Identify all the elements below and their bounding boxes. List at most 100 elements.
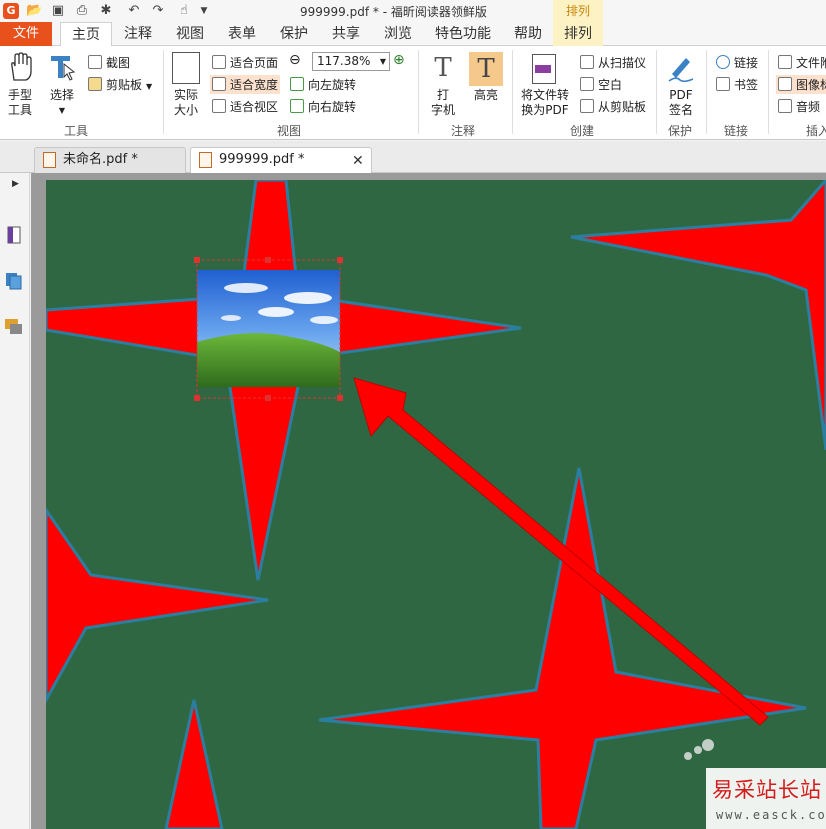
hand-tool-button[interactable]: 手型 工具: [2, 88, 38, 118]
tab-comment[interactable]: 注释: [116, 22, 160, 46]
fit-visible-icon: [212, 99, 226, 113]
document-view[interactable]: [31, 173, 826, 829]
link-button[interactable]: 链接: [716, 54, 758, 71]
inserted-image[interactable]: [197, 270, 340, 387]
audio-label: 音频: [796, 100, 821, 114]
fit-page-label: 适合页面: [230, 56, 279, 70]
bookmark-panel-icon[interactable]: [4, 225, 24, 245]
tab-home[interactable]: 主页: [60, 22, 112, 47]
new-icon[interactable]: ✱: [98, 3, 114, 19]
pages-panel-icon[interactable]: [4, 271, 24, 291]
zoom-value: 117.38%: [317, 54, 371, 68]
group-label-comment: 注释: [451, 124, 476, 138]
select-tool-label: 选择: [49, 88, 74, 102]
tab-protect[interactable]: 保护: [272, 22, 316, 46]
convert-pdf-button[interactable]: 将文件转 换为PDF: [518, 88, 572, 118]
pdf-file-icon: [199, 152, 212, 168]
scanner-icon: [580, 55, 594, 69]
context-tab-label: 排列: [553, 0, 603, 22]
resize-handle[interactable]: [337, 257, 343, 263]
from-scanner-button[interactable]: 从扫描仪: [580, 54, 646, 71]
rotate-right-icon: [290, 99, 304, 113]
resize-handle[interactable]: [265, 395, 271, 401]
redo-icon[interactable]: ↷: [150, 3, 166, 19]
fit-visible-button[interactable]: 适合视区: [212, 98, 278, 115]
tab-form[interactable]: 表单: [220, 22, 264, 46]
group-label-insert: 插入: [806, 124, 826, 138]
tab-file[interactable]: 文件: [0, 22, 52, 46]
rotate-right-button[interactable]: 向右旋转: [290, 98, 356, 115]
doc-tab-untitled[interactable]: 未命名.pdf *: [34, 147, 186, 173]
save-icon[interactable]: ▣: [50, 3, 66, 19]
tab-browse[interactable]: 浏览: [376, 22, 420, 46]
zoom-in-icon[interactable]: ⊕: [393, 52, 405, 68]
link-label: 链接: [734, 56, 759, 70]
bookmark-icon: [716, 77, 730, 91]
pdf-sign-icon: [666, 52, 696, 84]
pdf-sign-button[interactable]: PDF 签名: [662, 88, 700, 118]
ribbon: 手型 工具 选择 ▼ 截图 剪贴板 ▼ 工具 实际 大小 适合页面 适合宽度 适合…: [0, 46, 826, 140]
print-icon[interactable]: ⎙: [74, 3, 90, 19]
undo-icon[interactable]: ↶: [126, 3, 142, 19]
tab-help[interactable]: 帮助: [506, 22, 550, 46]
fit-page-icon: [212, 55, 226, 69]
open-icon[interactable]: 📂: [26, 3, 42, 19]
resize-handle[interactable]: [194, 257, 200, 263]
hand-icon[interactable]: ☝: [176, 3, 192, 19]
clipboard-button[interactable]: 剪贴板 ▼: [88, 76, 152, 93]
tab-features[interactable]: 特色功能: [428, 22, 498, 46]
highlight-button[interactable]: 高亮: [466, 88, 506, 103]
from-scanner-label: 从扫描仪: [598, 56, 647, 70]
from-clipboard-label: 从剪贴板: [598, 100, 647, 114]
pdf-file-icon: [43, 152, 56, 168]
rotate-left-label: 向左旋转: [308, 78, 357, 92]
select-tool-button[interactable]: 选择 ▼: [44, 88, 80, 118]
file-attach-button[interactable]: 文件附: [778, 54, 826, 71]
rotate-left-button[interactable]: 向左旋转: [290, 76, 356, 93]
tab-arrange[interactable]: 排列: [553, 22, 603, 46]
actual-size-icon: [172, 52, 200, 84]
resize-handle[interactable]: [265, 257, 271, 263]
typewriter-button[interactable]: 打 字机: [426, 88, 460, 118]
blank-button[interactable]: 空白: [580, 76, 622, 93]
group-separator: [512, 50, 513, 134]
from-clipboard-button[interactable]: 从剪贴板: [580, 98, 646, 115]
hand-tool-label-2: 工具: [7, 103, 32, 117]
tab-share[interactable]: 共享: [324, 22, 368, 46]
dropdown-icon[interactable]: ▼: [196, 3, 212, 19]
group-label-links: 链接: [724, 124, 749, 138]
file-attach-label: 文件附: [796, 56, 826, 70]
image-label: 图像标: [796, 78, 826, 92]
clipboard-icon: [88, 77, 102, 91]
tab-view[interactable]: 视图: [168, 22, 212, 46]
watermark-url: www.easck.com: [716, 808, 826, 822]
zoom-out-icon[interactable]: ⊖: [289, 52, 301, 68]
app-logo[interactable]: G: [3, 3, 19, 19]
comments-panel-icon[interactable]: [4, 317, 24, 337]
doc-tab-label: 未命名.pdf *: [63, 152, 138, 167]
image-button[interactable]: 图像标: [776, 75, 826, 94]
bookmark-button[interactable]: 书签: [716, 76, 758, 93]
audio-button[interactable]: 音频: [778, 98, 820, 115]
doc-tab-active[interactable]: 999999.pdf *: [190, 147, 372, 173]
actual-size-button[interactable]: 实际 大小: [168, 88, 204, 118]
screenshot-button[interactable]: 截图: [88, 54, 130, 71]
blank-page-icon: [580, 77, 594, 91]
typewriter-icon: T: [434, 53, 452, 83]
close-tab-icon[interactable]: ✕: [352, 153, 364, 169]
paste-icon: [580, 99, 594, 113]
fit-page-button[interactable]: 适合页面: [212, 54, 278, 71]
ribbon-tabs: 文件 主页 注释 视图 表单 保护 共享 浏览 特色功能 帮助 排列: [0, 22, 826, 47]
title-bar: G 📂 ▣ ⎙ ✱ ↶ ↷ ☝ ▼ 999999.pdf * - 福昕阅读器领鲜…: [0, 0, 826, 22]
resize-handle[interactable]: [337, 395, 343, 401]
group-label-tools: 工具: [64, 124, 89, 138]
zoom-select[interactable]: 117.38% ▼: [312, 52, 390, 71]
pdf-page[interactable]: [46, 180, 826, 829]
hand-tool-icon: [6, 52, 34, 82]
expand-panel-icon[interactable]: ▶: [12, 179, 19, 189]
fit-width-button[interactable]: 适合宽度: [210, 75, 281, 94]
globe-link-icon: [716, 55, 730, 69]
blank-label: 空白: [598, 78, 623, 92]
resize-handle[interactable]: [194, 395, 200, 401]
group-separator: [418, 50, 419, 134]
